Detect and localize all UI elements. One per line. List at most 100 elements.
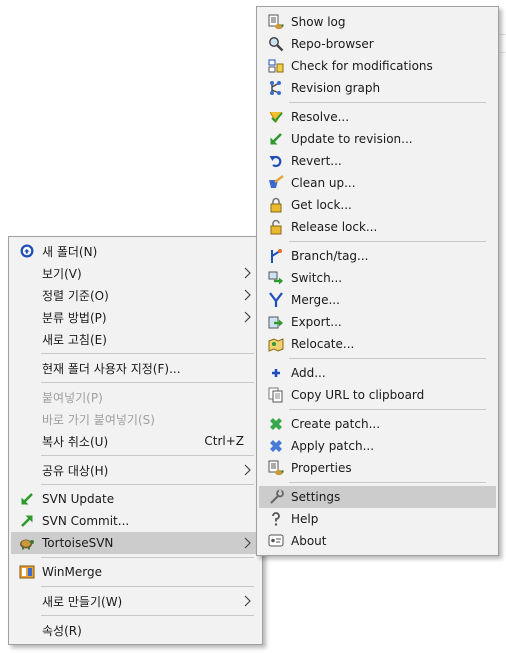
- menu-item-undo-copy[interactable]: 복사 취소(U) Ctrl+Z: [11, 430, 260, 452]
- menu-item-switch[interactable]: Switch...: [259, 267, 496, 289]
- menu-item-label: Branch/tag...: [291, 249, 369, 263]
- export-icon: [268, 314, 284, 330]
- menu-item-copy-url[interactable]: Copy URL to clipboard: [259, 384, 496, 406]
- chevron-right-icon: [242, 311, 252, 323]
- menu-item-label: 복사 취소(U): [42, 434, 109, 449]
- menu-item-revert[interactable]: Revert...: [259, 150, 496, 172]
- menu-item-paste[interactable]: 붙여넣기(P): [11, 386, 260, 408]
- get-lock-icon: [268, 197, 284, 213]
- menu-item-new-folder[interactable]: 새 폴더(N): [11, 240, 260, 262]
- background-line: [500, 34, 506, 35]
- menu-item-label: 붙여넣기(P): [42, 390, 103, 405]
- menu-item-relocate[interactable]: Relocate...: [259, 333, 496, 355]
- menu-item-merge[interactable]: Merge...: [259, 289, 496, 311]
- revision-graph-icon: [268, 80, 284, 96]
- cleanup-icon: [268, 175, 284, 191]
- chevron-right-icon: [242, 537, 252, 549]
- menu-separator: [289, 241, 486, 242]
- svn-update-icon: [19, 491, 35, 507]
- menu-item-add[interactable]: Add...: [259, 362, 496, 384]
- menu-separator: [41, 382, 254, 383]
- winmerge-icon: [19, 564, 35, 580]
- menu-item-get-lock[interactable]: Get lock...: [259, 194, 496, 216]
- menu-item-shortcut: Ctrl+Z: [204, 434, 244, 448]
- menu-item-help[interactable]: Help: [259, 508, 496, 530]
- menu-item-share-with[interactable]: 공유 대상(H): [11, 459, 260, 481]
- update-revision-icon: [268, 131, 284, 147]
- menu-item-label: Settings: [291, 490, 341, 504]
- menu-item-check-modifications[interactable]: Check for modifications: [259, 55, 496, 77]
- menu-item-clean-up[interactable]: Clean up...: [259, 172, 496, 194]
- relocate-icon: [268, 336, 284, 352]
- show-log-icon: [268, 14, 284, 30]
- help-icon: [268, 511, 284, 527]
- background-line: [500, 52, 506, 53]
- menu-item-svn-update[interactable]: SVN Update: [11, 488, 260, 510]
- menu-item-tortoisesvn[interactable]: TortoiseSVN: [11, 532, 260, 554]
- menu-item-revision-graph[interactable]: Revision graph: [259, 77, 496, 99]
- menu-item-refresh[interactable]: 새로 고침(E): [11, 328, 260, 350]
- menu-item-winmerge[interactable]: WinMerge: [11, 561, 260, 583]
- tortoise-icon: [19, 535, 35, 551]
- properties-icon: [268, 460, 284, 476]
- menu-separator: [289, 358, 486, 359]
- menu-item-branch-tag[interactable]: Branch/tag...: [259, 245, 496, 267]
- menu-item-label: Revert...: [291, 154, 342, 168]
- menu-item-repo-browser[interactable]: Repo-browser: [259, 33, 496, 55]
- release-lock-icon: [268, 219, 284, 235]
- menu-item-release-lock[interactable]: Release lock...: [259, 216, 496, 238]
- chevron-right-icon: [242, 595, 252, 607]
- tortoisesvn-submenu: Show log Repo-browser Check for modifica…: [256, 6, 499, 556]
- menu-item-label: Apply patch...: [291, 439, 375, 453]
- menu-item-resolve[interactable]: Resolve...: [259, 106, 496, 128]
- menu-item-label: About: [291, 534, 327, 548]
- new-folder-icon: [19, 243, 35, 259]
- menu-item-svn-commit[interactable]: SVN Commit...: [11, 510, 260, 532]
- menu-item-label: Repo-browser: [291, 37, 374, 51]
- menu-item-view[interactable]: 보기(V): [11, 262, 260, 284]
- menu-separator: [41, 615, 254, 616]
- resolve-icon: [268, 109, 284, 125]
- menu-item-apply-patch[interactable]: Apply patch...: [259, 435, 496, 457]
- menu-item-new[interactable]: 새로 만들기(W): [11, 590, 260, 612]
- menu-item-export[interactable]: Export...: [259, 311, 496, 333]
- menu-separator: [41, 353, 254, 354]
- menu-item-customize-folder[interactable]: 현재 폴더 사용자 지정(F)...: [11, 357, 260, 379]
- menu-item-label: Help: [291, 512, 319, 526]
- menu-item-show-log[interactable]: Show log: [259, 11, 496, 33]
- chevron-right-icon: [242, 289, 252, 301]
- menu-item-label: Switch...: [291, 271, 343, 285]
- menu-separator: [41, 586, 254, 587]
- menu-separator: [289, 409, 486, 410]
- menu-item-properties[interactable]: 속성(R): [11, 619, 260, 641]
- menu-item-settings[interactable]: Settings: [259, 486, 496, 508]
- menu-item-properties[interactable]: Properties: [259, 457, 496, 479]
- menu-item-label: Get lock...: [291, 198, 352, 212]
- repo-browser-icon: [268, 36, 284, 52]
- menu-separator: [289, 102, 486, 103]
- menu-item-create-patch[interactable]: Create patch...: [259, 413, 496, 435]
- menu-item-label: Show log: [291, 15, 346, 29]
- menu-item-label: Create patch...: [291, 417, 381, 431]
- revert-icon: [268, 153, 284, 169]
- menu-item-label: TortoiseSVN: [42, 536, 114, 550]
- menu-item-about[interactable]: About: [259, 530, 496, 552]
- menu-item-paste-shortcut[interactable]: 바로 가기 붙여넣기(S): [11, 408, 260, 430]
- menu-item-label: 바로 가기 붙여넣기(S): [42, 412, 155, 427]
- menu-separator: [289, 482, 486, 483]
- add-icon: [268, 365, 284, 381]
- chevron-right-icon: [242, 267, 252, 279]
- menu-item-update-to-revision[interactable]: Update to revision...: [259, 128, 496, 150]
- menu-item-label: 보기(V): [42, 266, 82, 281]
- menu-item-group-by[interactable]: 분류 방법(P): [11, 306, 260, 328]
- menu-item-sort-by[interactable]: 정렬 기준(O): [11, 284, 260, 306]
- menu-item-label: WinMerge: [42, 565, 102, 579]
- svn-commit-icon: [19, 513, 35, 529]
- explorer-context-menu: 새 폴더(N) 보기(V) 정렬 기준(O) 분류 방법(P) 새로 고침(E)…: [8, 236, 263, 645]
- merge-icon: [268, 292, 284, 308]
- switch-icon: [268, 270, 284, 286]
- menu-separator: [41, 455, 254, 456]
- menu-item-label: Properties: [291, 461, 352, 475]
- menu-item-label: 속성(R): [42, 623, 82, 638]
- create-patch-icon: [268, 416, 284, 432]
